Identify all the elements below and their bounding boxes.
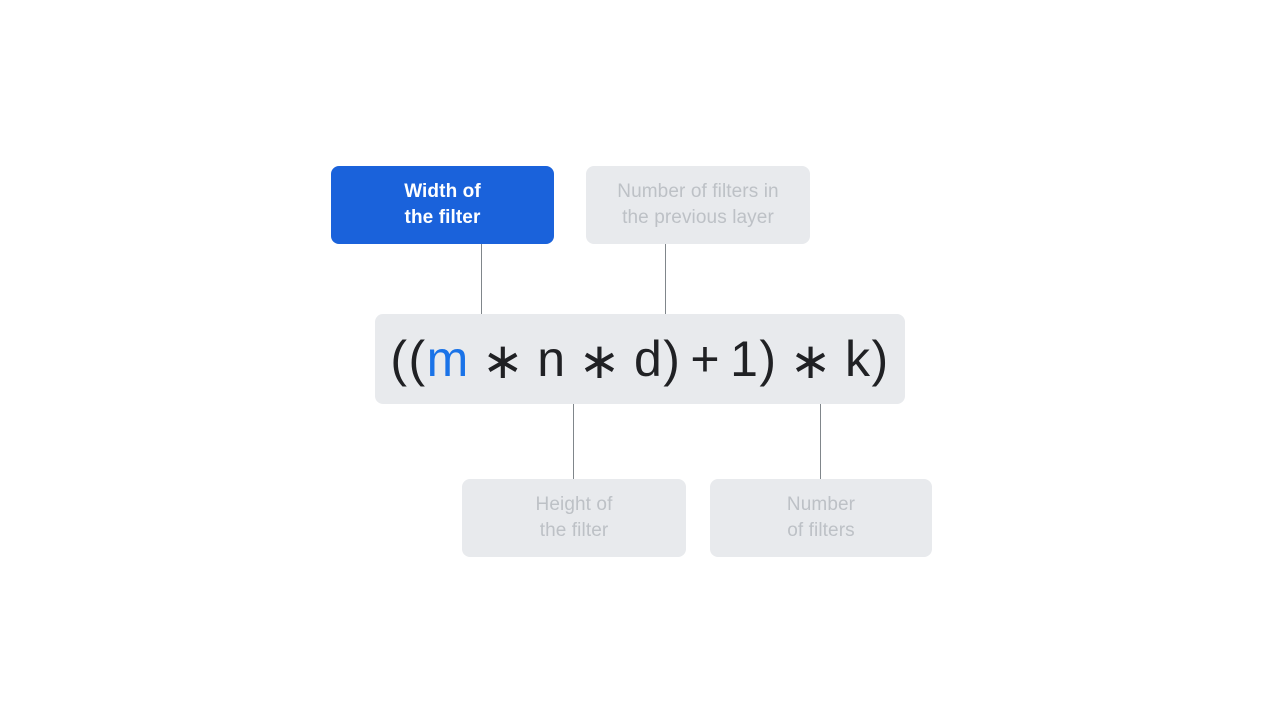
formula-operator-multiply-2: ∗ (578, 333, 622, 389)
formula-operator-multiply-1: ∗ (481, 333, 526, 389)
callout-number-of-filters-in-previous-layer[interactable]: Number of filters in the previous layer (586, 166, 810, 244)
callout-width-of-the-filter-line1: Width of (404, 180, 481, 202)
formula-token-open-paren-2: ( (408, 331, 427, 387)
callout-height-of-the-filter-line2: the filter (539, 520, 609, 541)
callout-number-of-filters-in-previous-layer-line2: the previous layer (622, 207, 774, 228)
formula-number-one: 1 (730, 331, 760, 387)
formula-token-close-paren-3: ) (871, 331, 890, 387)
diagram-canvas: Width of the filter Number of filters in… (0, 0, 1280, 720)
formula-expression: ((m ∗ n ∗ d) +1) ∗ k) (390, 331, 890, 389)
formula-operator-plus: + (690, 331, 722, 387)
formula-variable-n: n (537, 331, 567, 387)
formula-variable-k: k (844, 331, 872, 387)
formula-token-open-paren-1: ( (390, 331, 409, 387)
formula-variable-d: d (633, 331, 664, 387)
formula-variable-m: m (426, 331, 470, 387)
callout-width-of-the-filter-line2: the filter (404, 207, 481, 228)
formula-operator-multiply-3: ∗ (789, 333, 833, 389)
callout-number-of-filters-line2: of filters (787, 520, 855, 541)
callout-number-of-filters-line1: Number (786, 493, 856, 515)
callout-height-of-the-filter-line1: Height of (535, 493, 613, 515)
callout-number-of-filters-in-previous-layer-line1: Number of filters in (617, 180, 779, 202)
formula-token-close-paren-1: ) (663, 331, 682, 387)
formula-plate: ((m ∗ n ∗ d) +1) ∗ k) (375, 314, 905, 404)
callout-number-of-filters[interactable]: Number of filters (710, 479, 932, 557)
formula-token-close-paren-2: ) (759, 331, 778, 387)
callout-width-of-the-filter[interactable]: Width of the filter (331, 166, 554, 244)
callout-height-of-the-filter[interactable]: Height of the filter (462, 479, 686, 557)
